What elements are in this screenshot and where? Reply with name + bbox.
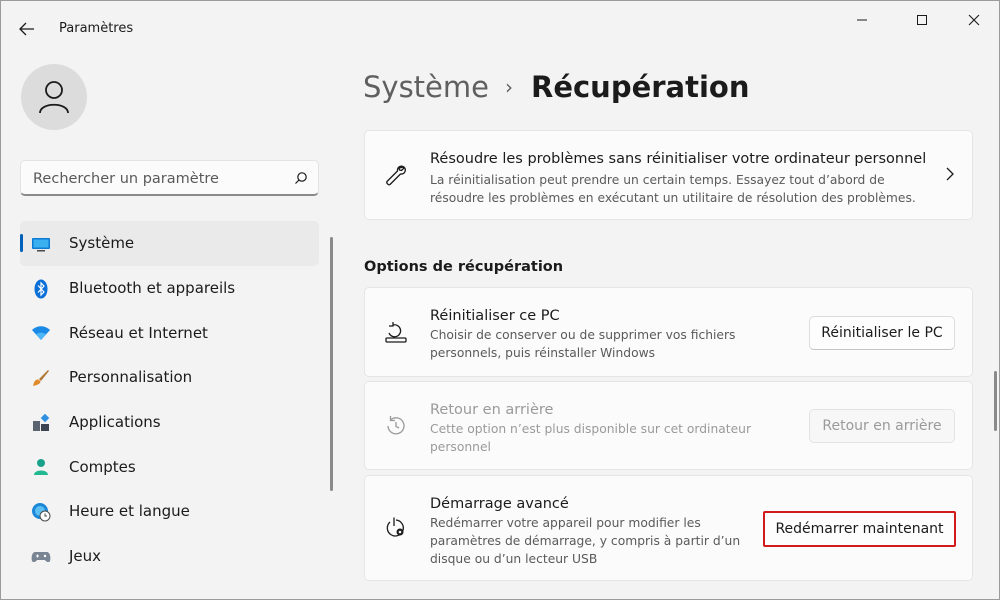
maximize-button[interactable] — [899, 7, 945, 33]
card-description: La réinitialisation peut prendre un cert… — [430, 173, 885, 187]
maximize-icon — [917, 15, 927, 25]
search-box[interactable] — [20, 160, 319, 196]
person-icon — [31, 457, 51, 477]
card-description: Redémarrer votre appareil pour modifier … — [430, 516, 701, 530]
sidebar-item-systeme[interactable]: Système — [20, 221, 319, 266]
brush-icon — [31, 368, 51, 388]
history-icon — [383, 413, 409, 439]
go-back-card: Retour en arrière Cette option n’est plu… — [364, 381, 973, 470]
search-input[interactable] — [33, 169, 283, 189]
breadcrumb: Système › Récupération — [363, 67, 750, 107]
sidebar-item-applications[interactable]: Applications — [20, 400, 319, 445]
gamepad-icon — [31, 547, 51, 567]
sidebar-item-label: Système — [69, 234, 135, 253]
close-icon — [968, 14, 980, 26]
sidebar-nav: Système Bluetooth et appareils Réseau et… — [20, 221, 319, 579]
sidebar-item-bluetooth[interactable]: Bluetooth et appareils — [20, 266, 319, 311]
app-title: Paramètres — [59, 21, 134, 36]
close-button[interactable] — [951, 7, 997, 33]
sidebar-item-label: Réseau et Internet — [69, 323, 208, 342]
minimize-icon — [857, 19, 867, 21]
sidebar-item-jeux[interactable]: Jeux — [20, 534, 319, 579]
sidebar-item-label: Comptes — [69, 457, 136, 476]
card-description: Cette option n’est plus disponible sur c… — [430, 422, 752, 436]
wrench-icon — [383, 163, 409, 189]
chevron-right-icon — [946, 166, 954, 185]
sidebar-item-heure-langue[interactable]: Heure et langue — [20, 489, 319, 534]
sidebar-item-label: Applications — [69, 413, 161, 432]
reset-pc-card: Réinitialiser ce PC Choisir de conserver… — [364, 287, 973, 377]
breadcrumb-parent[interactable]: Système — [363, 70, 489, 104]
section-title: Options de récupération — [364, 259, 564, 275]
card-description: Choisir de conserver ou de supprimer vos… — [430, 328, 736, 342]
back-button[interactable] — [13, 15, 41, 43]
monitor-icon — [31, 234, 51, 254]
sidebar-scrollbar[interactable] — [330, 237, 333, 491]
go-back-button[interactable]: Retour en arrière — [809, 409, 955, 443]
settings-window: Paramètres Système — [0, 0, 1000, 600]
user-icon — [39, 81, 69, 114]
reset-pc-button[interactable]: Réinitialiser le PC — [809, 316, 955, 350]
sidebar-item-label: Heure et langue — [69, 502, 190, 521]
card-title: Réinitialiser ce PC — [430, 308, 560, 324]
restart-now-button[interactable]: Redémarrer maintenant — [763, 511, 956, 547]
card-description: disque ou d’un lecteur USB — [430, 552, 598, 566]
main-scrollbar[interactable] — [994, 371, 997, 431]
active-indicator — [20, 234, 23, 252]
troubleshoot-card[interactable]: Résoudre les problèmes sans réinitialise… — [364, 130, 973, 220]
reset-pc-icon — [383, 320, 409, 346]
sidebar-item-label: Bluetooth et appareils — [69, 279, 236, 298]
sidebar-item-reseau[interactable]: Réseau et Internet — [20, 310, 319, 355]
card-description: personnels, puis réinstaller Windows — [430, 346, 656, 360]
sidebar-item-personnalisation[interactable]: Personnalisation — [20, 355, 319, 400]
wifi-icon — [31, 323, 51, 343]
sidebar-item-label: Personnalisation — [69, 368, 193, 387]
back-arrow-icon — [19, 22, 34, 36]
globe-clock-icon — [31, 502, 51, 522]
card-title: Retour en arrière — [430, 402, 554, 418]
sidebar-item-label: Jeux — [69, 547, 102, 566]
apps-icon — [31, 413, 51, 433]
breadcrumb-separator: › — [504, 75, 513, 99]
minimize-button[interactable] — [839, 7, 885, 33]
page-title: Récupération — [530, 70, 750, 104]
sidebar-item-comptes[interactable]: Comptes — [20, 444, 319, 489]
power-settings-icon — [383, 516, 409, 542]
advanced-startup-card: Démarrage avancé Redémarrer votre appare… — [364, 475, 973, 581]
card-description: personnel — [430, 440, 491, 454]
card-title: Résoudre les problèmes sans réinitialise… — [430, 151, 927, 167]
title-bar: Paramètres — [1, 1, 999, 47]
card-description: paramètres de démarrage, y compris à par… — [430, 534, 741, 548]
card-description: résoudre les problèmes en exécutant un u… — [430, 191, 916, 205]
search-icon[interactable] — [294, 170, 308, 189]
card-title: Démarrage avancé — [430, 496, 569, 512]
avatar[interactable] — [21, 64, 87, 130]
bluetooth-icon — [31, 279, 51, 299]
